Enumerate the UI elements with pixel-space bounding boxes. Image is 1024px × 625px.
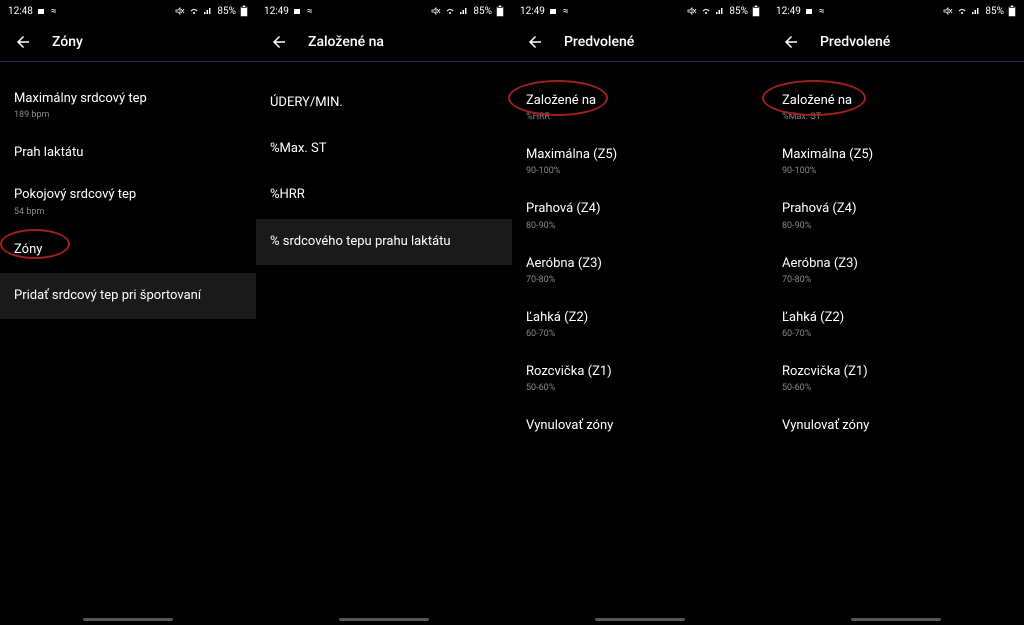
wifi-icon [701,6,711,17]
header: Predvolené [512,22,768,62]
nav-indicator [595,618,685,621]
list-item-lactate-hr[interactable]: % srdcového tepu prahu laktátu [256,219,512,265]
content-list: Založené na %Max. ST Maximálna (Z5) 90-1… [768,62,1024,625]
mute-icon [943,6,953,17]
status-icon: ≈ [51,6,57,17]
panel-zones: 12:48 ≈ 85% Zóny [0,0,256,625]
mute-icon [687,6,697,17]
nav-indicator [851,618,941,621]
status-bar: 12:49 ≈ 85% [256,0,512,22]
content-list: Založené na %HRR Maximálna (Z5) 90-100% … [512,62,768,625]
list-item-zone-2[interactable]: Ľahká (Z2) 60-70% [512,297,768,351]
battery-text: 85% [473,6,492,17]
mute-icon [431,6,441,17]
panel-default-hrr: 12:49 ≈ 85% Predvolené [512,0,768,625]
wifi-icon [189,6,199,17]
status-icon: ≈ [307,6,313,17]
list-item-resting-hr[interactable]: Pokojový srdcový tep 54 bpm [0,176,256,226]
status-bar: 12:49 ≈ 85% [768,0,1024,22]
status-time: 12:49 [264,6,289,17]
status-icon: ≈ [819,6,825,17]
list-item-zone-5[interactable]: Maximálna (Z5) 90-100% [768,134,1024,188]
content-list: ÚDERY/MIN. %Max. ST %HRR % srdcového tep… [256,62,512,625]
list-item-zones[interactable]: Zóny [0,227,256,273]
list-item-zone-3[interactable]: Aeróbna (Z3) 70-80% [512,243,768,297]
back-arrow-icon[interactable] [270,31,288,52]
list-item-bpm[interactable]: ÚDERY/MIN. [256,80,512,126]
header-title: Založené na [308,34,384,50]
header: Predvolené [768,22,1024,62]
signal-icon [459,6,469,17]
status-bar: 12:48 ≈ 85% [0,0,256,22]
content-list: Maximálny srdcový tep 189 bpm Prah laktá… [0,62,256,625]
list-item-zone-4[interactable]: Prahová (Z4) 80-90% [768,188,1024,242]
signal-icon [203,6,213,17]
list-item-zone-3[interactable]: Aeróbna (Z3) 70-80% [768,243,1024,297]
panel-based-on: 12:49 ≈ 85% Založené na [256,0,512,625]
status-bar: 12:49 ≈ 85% [512,0,768,22]
header-title: Zóny [52,34,83,50]
battery-text: 85% [217,6,236,17]
wifi-icon [445,6,455,17]
status-icon [293,6,303,17]
back-arrow-icon[interactable] [14,31,32,52]
battery-text: 85% [729,6,748,17]
status-icon [549,6,559,17]
header-title: Predvolené [820,34,890,50]
header: Založené na [256,22,512,62]
battery-icon [1008,5,1016,17]
list-item-lactate[interactable]: Prah laktátu [0,130,256,176]
battery-icon [240,5,248,17]
list-item-reset-zones[interactable]: Vynulovať zóny [512,405,768,447]
wifi-icon [957,6,967,17]
list-item-zone-2[interactable]: Ľahká (Z2) 60-70% [768,297,1024,351]
signal-icon [971,6,981,17]
back-arrow-icon[interactable] [782,31,800,52]
status-time: 12:49 [776,6,801,17]
list-item-add-hr[interactable]: Pridať srdcový tep pri športovaní [0,273,256,319]
status-time: 12:49 [520,6,545,17]
header-title: Predvolené [564,34,634,50]
list-item-based-on[interactable]: Založené na %HRR [512,80,768,134]
battery-icon [496,5,504,17]
signal-icon [715,6,725,17]
list-item-max-st[interactable]: %Max. ST [256,126,512,172]
list-item-zone-4[interactable]: Prahová (Z4) 80-90% [512,188,768,242]
header: Zóny [0,22,256,62]
status-icon [805,6,815,17]
list-item-reset-zones[interactable]: Vynulovať zóny [768,405,1024,447]
list-item-zone-1[interactable]: Rozcvička (Z1) 50-60% [768,351,1024,405]
status-icon: ≈ [563,6,569,17]
list-item-hrr[interactable]: %HRR [256,172,512,218]
list-item-max-hr[interactable]: Maximálny srdcový tep 189 bpm [0,80,256,130]
list-item-zone-5[interactable]: Maximálna (Z5) 90-100% [512,134,768,188]
status-time: 12:48 [8,6,33,17]
battery-text: 85% [985,6,1004,17]
list-item-zone-1[interactable]: Rozcvička (Z1) 50-60% [512,351,768,405]
status-icon [37,6,47,17]
nav-indicator [83,618,173,621]
mute-icon [175,6,185,17]
list-item-based-on[interactable]: Založené na %Max. ST [768,80,1024,134]
panel-default-maxst: 12:49 ≈ 85% Predvolené [768,0,1024,625]
back-arrow-icon[interactable] [526,31,544,52]
nav-indicator [339,618,429,621]
battery-icon [752,5,760,17]
